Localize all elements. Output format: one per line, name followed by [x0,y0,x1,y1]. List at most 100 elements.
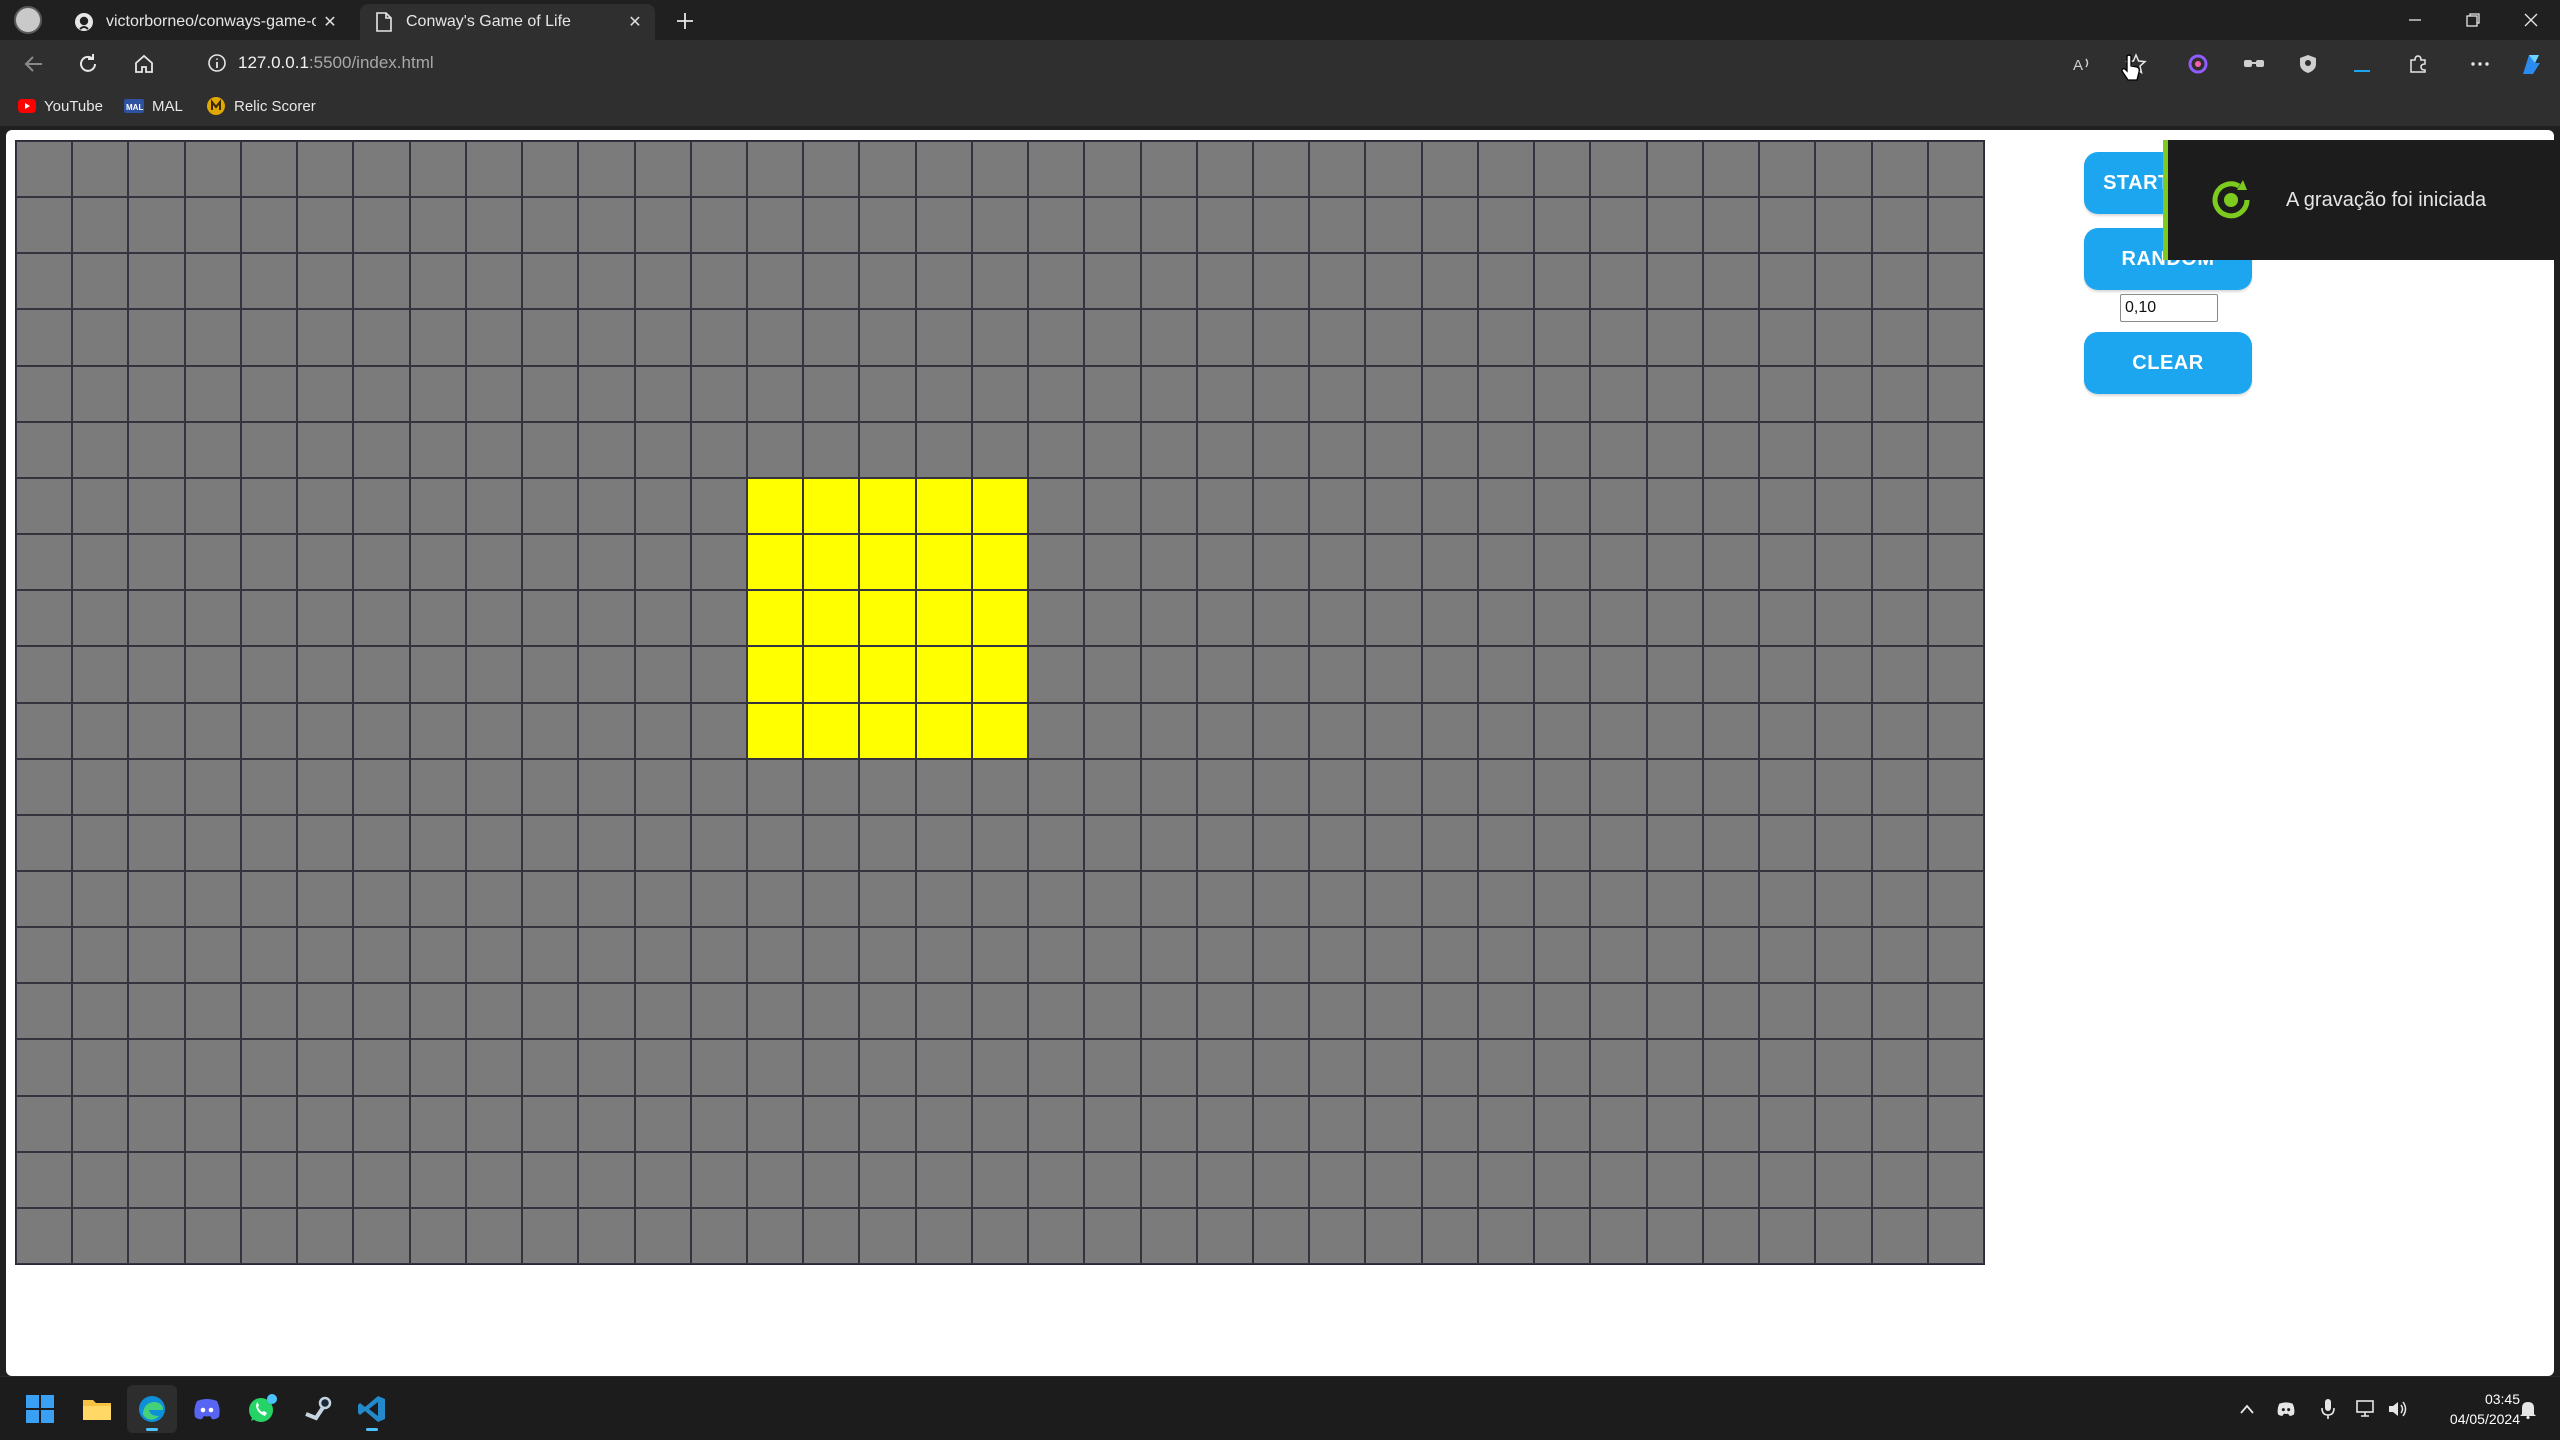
cell-dead[interactable] [1591,142,1646,197]
cell-dead[interactable] [17,310,72,365]
cell-dead[interactable] [1422,422,1477,477]
cell-dead[interactable] [523,535,578,590]
cell-dead[interactable] [972,815,1028,870]
cell-alive[interactable] [804,535,859,590]
cell-dead[interactable] [241,928,297,983]
cell-dead[interactable] [1928,478,1983,534]
cell-dead[interactable] [1197,591,1253,646]
cell-dead[interactable] [804,815,859,870]
cell-dead[interactable] [691,478,746,534]
extensions-puzzle-icon[interactable] [2402,48,2434,80]
cell-dead[interactable] [1760,1152,1815,1207]
copilot-icon[interactable] [2516,48,2548,80]
cell-dead[interactable] [1928,591,1983,646]
cell-dead[interactable] [241,198,297,253]
cell-dead[interactable] [1141,198,1196,253]
show-hidden-icons-chevron-icon[interactable] [2233,1393,2261,1425]
cell-dead[interactable] [185,310,240,365]
cell-dead[interactable] [1760,422,1815,477]
cell-dead[interactable] [298,984,353,1039]
cell-dead[interactable] [1872,422,1927,477]
cell-dead[interactable] [1197,871,1253,927]
cell-dead[interactable] [1254,703,1309,758]
cell-dead[interactable] [1197,478,1253,534]
cell-dead[interactable] [1703,254,1759,309]
cell-dead[interactable] [1647,647,1702,702]
cell-dead[interactable] [579,478,634,534]
windows-start-icon[interactable] [15,1385,65,1433]
cell-dead[interactable] [1872,647,1927,702]
cell-dead[interactable] [1816,984,1871,1039]
cell-dead[interactable] [1254,422,1309,477]
cell-dead[interactable] [747,198,803,253]
cell-dead[interactable] [1141,1096,1196,1151]
cell-dead[interactable] [691,142,746,197]
cell-dead[interactable] [635,591,690,646]
cell-dead[interactable] [466,254,522,309]
back-button[interactable] [18,48,50,80]
cell-dead[interactable] [241,478,297,534]
cell-dead[interactable] [1928,366,1983,421]
cell-dead[interactable] [17,198,72,253]
cell-dead[interactable] [1085,647,1140,702]
network-icon[interactable] [2352,1393,2380,1425]
cell-dead[interactable] [1029,422,1084,477]
cell-dead[interactable] [466,1040,522,1095]
cell-dead[interactable] [1928,928,1983,983]
cell-dead[interactable] [354,254,409,309]
cell-dead[interactable] [1029,254,1084,309]
cell-dead[interactable] [129,1208,184,1263]
cell-dead[interactable] [129,422,184,477]
cell-dead[interactable] [73,422,128,477]
cell-dead[interactable] [410,422,465,477]
cell-dead[interactable] [1816,422,1871,477]
cell-dead[interactable] [1141,1208,1196,1263]
cell-dead[interactable] [1310,984,1365,1039]
site-info-icon[interactable] [200,53,234,73]
cell-dead[interactable] [860,366,915,421]
cell-dead[interactable] [1366,254,1421,309]
cell-dead[interactable] [860,815,915,870]
cell-dead[interactable] [1422,759,1477,814]
cell-dead[interactable] [523,254,578,309]
cell-dead[interactable] [1141,254,1196,309]
cell-alive[interactable] [916,703,971,758]
cell-dead[interactable] [1029,310,1084,365]
cell-dead[interactable] [185,815,240,870]
cell-dead[interactable] [298,254,353,309]
cell-dead[interactable] [1310,366,1365,421]
download-progress-icon[interactable] [2346,48,2378,80]
cell-alive[interactable] [747,647,803,702]
cell-dead[interactable] [916,142,971,197]
cell-dead[interactable] [1647,759,1702,814]
cell-dead[interactable] [1254,647,1309,702]
cell-dead[interactable] [579,984,634,1039]
cell-dead[interactable] [1197,1152,1253,1207]
cell-dead[interactable] [1310,478,1365,534]
cell-dead[interactable] [1478,254,1534,309]
cell-dead[interactable] [579,254,634,309]
cell-dead[interactable] [1422,703,1477,758]
cell-dead[interactable] [1422,535,1477,590]
cell-dead[interactable] [691,254,746,309]
cell-dead[interactable] [804,1208,859,1263]
cell-dead[interactable] [972,1152,1028,1207]
cell-dead[interactable] [1703,1040,1759,1095]
cell-dead[interactable] [1366,984,1421,1039]
cell-dead[interactable] [1703,984,1759,1039]
cell-dead[interactable] [635,1040,690,1095]
cell-dead[interactable] [185,591,240,646]
vscode-icon[interactable] [347,1385,397,1433]
cell-dead[interactable] [916,1040,971,1095]
steam-icon[interactable] [292,1385,342,1433]
cell-dead[interactable] [466,1208,522,1263]
cell-dead[interactable] [410,984,465,1039]
cell-dead[interactable] [1647,703,1702,758]
cell-dead[interactable] [1535,1096,1590,1151]
cell-dead[interactable] [466,478,522,534]
cell-dead[interactable] [1310,310,1365,365]
cell-dead[interactable] [129,815,184,870]
cell-dead[interactable] [1085,1040,1140,1095]
edge-icon[interactable] [127,1385,177,1433]
cell-dead[interactable] [860,1152,915,1207]
